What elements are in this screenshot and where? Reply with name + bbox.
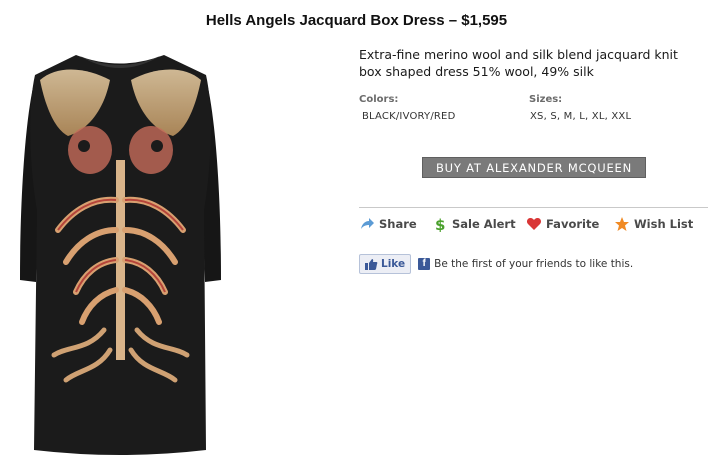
- sale-alert-action[interactable]: $ Sale Alert: [432, 215, 516, 234]
- svg-text:$: $: [435, 216, 445, 232]
- wish-list-action[interactable]: Wish List: [614, 215, 693, 233]
- divider: [359, 207, 708, 208]
- product-title: Hells Angels Jacquard Box Dress – $1,595: [205, 12, 508, 29]
- like-button[interactable]: Like: [359, 254, 412, 274]
- dollar-icon: $: [432, 216, 448, 234]
- product-image[interactable]: [18, 50, 223, 455]
- star-icon: [614, 216, 630, 232]
- favorite-label: Favorite: [546, 217, 600, 231]
- facebook-like-widget: Like f Be the first of your friends to l…: [359, 253, 633, 275]
- colors-value: BLACK/IVORY/RED: [362, 111, 456, 122]
- facebook-like-text: Be the first of your friends to like thi…: [434, 258, 634, 270]
- sizes-value: XS, S, M, L, XL, XXL: [530, 111, 632, 122]
- facebook-icon: f: [418, 258, 431, 270]
- wish-list-label: Wish List: [634, 217, 694, 231]
- colors-label: Colors:: [359, 94, 399, 105]
- thumbs-up-icon: [364, 258, 378, 271]
- dress-photo-icon: [20, 55, 221, 455]
- buy-button[interactable]: BUY AT ALEXANDER MCQUEEN: [422, 157, 646, 178]
- share-label: Share: [379, 217, 417, 231]
- share-arrow-icon: [359, 216, 375, 232]
- sale-alert-label: Sale Alert: [452, 217, 516, 231]
- sizes-label: Sizes:: [529, 94, 563, 105]
- share-action[interactable]: Share: [359, 215, 417, 233]
- heart-icon: [526, 216, 542, 232]
- product-description: Extra-fine merino wool and silk blend ja…: [359, 47, 678, 79]
- favorite-action[interactable]: Favorite: [526, 215, 599, 233]
- like-label: Like: [381, 258, 406, 270]
